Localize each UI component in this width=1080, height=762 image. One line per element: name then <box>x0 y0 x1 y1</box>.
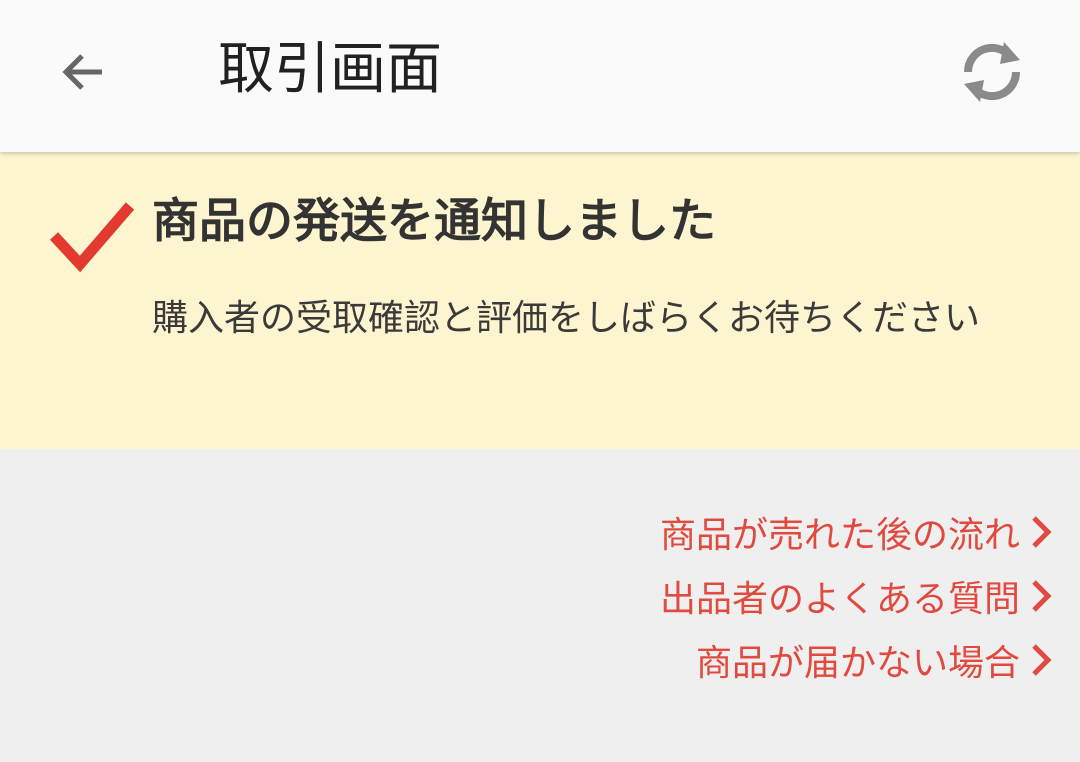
link-after-sale-flow[interactable]: 商品が売れた後の流れ <box>660 500 1054 564</box>
shipping-notice-banner: 商品の発送を通知しました 購入者の受取確認と評価をしばらくお待ちください <box>0 152 1080 449</box>
notice-title: 商品の発送を通知しました <box>152 194 716 249</box>
link-label: 出品者のよくある質問 <box>659 579 1020 620</box>
refresh-button[interactable] <box>950 30 1034 114</box>
arrow-left-icon <box>62 54 102 90</box>
chevron-right-icon <box>1032 516 1052 548</box>
chevron-right-icon <box>1032 580 1052 612</box>
refresh-icon <box>963 42 1021 102</box>
link-seller-faq[interactable]: 出品者のよくある質問 <box>660 564 1054 628</box>
chevron-right-icon <box>1032 644 1052 676</box>
check-icon <box>49 202 135 273</box>
app-bar: 取引画面 <box>0 0 1080 152</box>
notice-message: 購入者の受取確認と評価をしばらくお待ちください <box>152 298 981 339</box>
link-label: 商品が売れた後の流れ <box>659 515 1020 556</box>
link-item-not-arrived[interactable]: 商品が届かない場合 <box>696 628 1054 692</box>
help-links: 商品が売れた後の流れ 出品者のよくある質問 商品が届かない場合 <box>660 500 1054 692</box>
link-label: 商品が届かない場合 <box>695 643 1020 684</box>
back-button[interactable] <box>48 36 120 108</box>
page-title: 取引画面 <box>218 37 442 102</box>
